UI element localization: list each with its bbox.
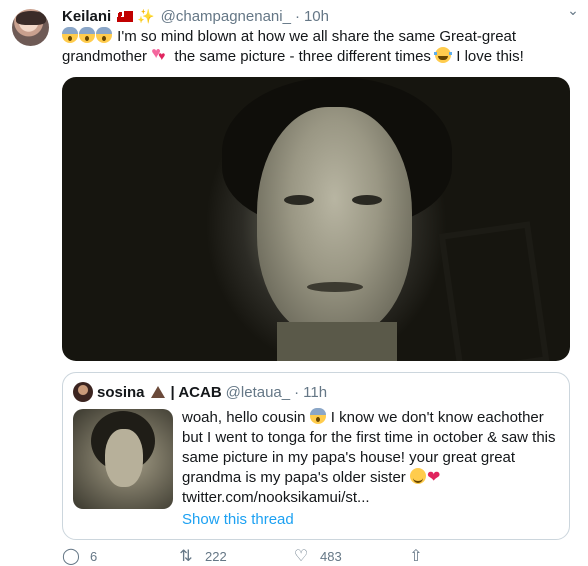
tweet-text: I'm so mind blown at how we all share th…: [62, 27, 572, 67]
tweet-actions: ◯ 6 ⇅ 222 ♡ 483 ⇧: [62, 546, 522, 566]
author-handle[interactable]: @champagnenani_: [161, 8, 291, 25]
reply-icon: ◯: [62, 548, 80, 565]
show-thread-link[interactable]: Show this thread: [182, 511, 294, 528]
screaming-face-icon: [309, 408, 326, 424]
quoted-header: sosina | ACAB @letaua_ · 11h: [73, 382, 327, 402]
share-button[interactable]: ⇧: [407, 546, 522, 566]
quoted-link[interactable]: twitter.com/nooksikamui/st...: [182, 489, 370, 506]
tweet-header: Keilani ✨ @champagnenani_ · 10h: [62, 6, 329, 26]
chevron-down-icon[interactable]: ⌄: [562, 2, 584, 20]
volcano-icon: [150, 386, 165, 398]
quoted-time: 11h: [303, 383, 328, 401]
quoted-avatar: [73, 382, 93, 402]
author-avatar[interactable]: [12, 9, 49, 46]
screaming-face-icon: [79, 27, 95, 43]
screaming-face-icon: [96, 27, 112, 43]
quoted-text-part1: woah, hello cousin: [182, 409, 306, 426]
screaming-face-icon: [62, 27, 78, 43]
quoted-name-suffix: | ACAB: [170, 383, 222, 401]
retweet-icon: ⇅: [179, 548, 193, 565]
tears-of-joy-icon: [434, 47, 453, 63]
like-button[interactable]: ♡ 483: [292, 546, 407, 566]
tweet-photo[interactable]: [62, 77, 570, 361]
two-hearts-icon: [151, 44, 169, 66]
red-heart-icon: ❤: [426, 469, 441, 486]
quoted-tweet[interactable]: sosina | ACAB @letaua_ · 11h woah, hello…: [62, 372, 570, 540]
tweet[interactable]: ⌄ Keilani ✨ @champagnenani_ · 10h I'm so…: [0, 0, 588, 565]
relieved-face-icon: [409, 468, 426, 484]
reply-button[interactable]: ◯ 6: [62, 546, 177, 566]
retweet-button[interactable]: ⇅ 222: [177, 546, 292, 566]
sparkles-icon: ✨: [137, 7, 155, 24]
quoted-text: woah, hello cousin I know we don't know …: [182, 408, 562, 508]
quoted-handle: @letaua_: [225, 383, 291, 401]
quoted-name: sosina: [97, 383, 145, 401]
separator-dot: ·: [294, 383, 300, 401]
author-name[interactable]: Keilani: [62, 8, 111, 25]
tonga-flag-icon: [117, 10, 134, 22]
retweet-count: 222: [205, 548, 227, 564]
like-count: 483: [320, 548, 342, 564]
share-icon: ⇧: [409, 548, 423, 565]
quoted-photo[interactable]: [73, 409, 173, 509]
tweet-text-part3: I love this!: [456, 48, 524, 65]
heart-icon: ♡: [293, 548, 309, 565]
separator-dot: ·: [294, 7, 300, 25]
tweet-text-part2: the same picture - three different times: [174, 48, 431, 65]
reply-count: 6: [90, 548, 98, 564]
tweet-time[interactable]: 10h: [304, 8, 329, 25]
